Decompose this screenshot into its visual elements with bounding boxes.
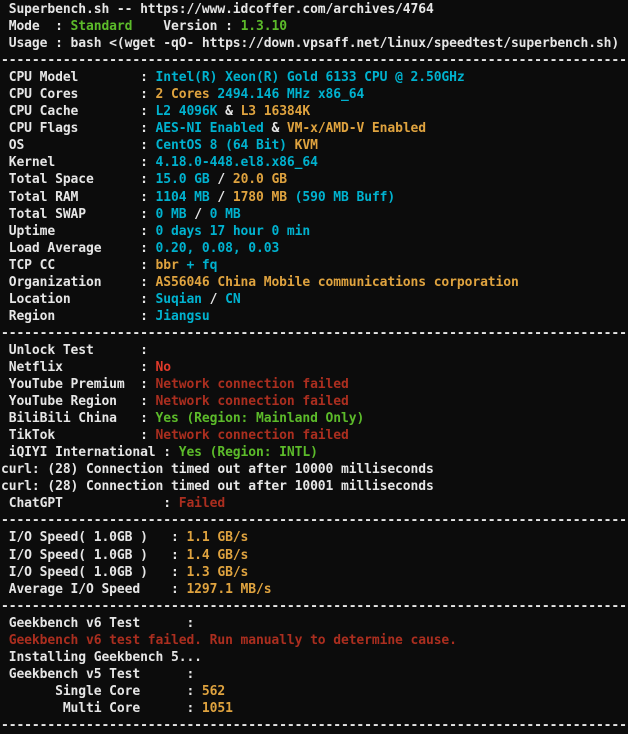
separator-5: ----------------------------------------… [1,717,628,734]
geekbench-v6-test: Geekbench v6 Test : [1,615,628,632]
terminal-window: { "colors": { "bg": "#0c0c0c", "fg": "#e… [0,0,628,734]
separator-3: ----------------------------------------… [1,512,628,529]
unlock-test: Unlock Test : [1,342,628,359]
geekbench-v5-test: Geekbench v5 Test : [1,666,628,683]
io-speed-3: I/O Speed( 1.0GB ) : 1.3 GB/s [1,564,628,581]
separator-2: ----------------------------------------… [1,325,628,342]
iqiyi-international: iQIYI International : Yes (Region: INTL) [1,444,628,461]
cpu-model: CPU Model : Intel(R) Xeon(R) Gold 6133 C… [1,69,628,86]
organization: Organization : AS56046 China Mobile comm… [1,274,628,291]
header-usage: Usage : bash <(wget -qO- https://down.vp… [1,35,628,52]
location: Location : Suqian / CN [1,291,628,308]
cpu-cores: CPU Cores : 2 Cores 2494.146 MHz x86_64 [1,86,628,103]
tcp-cc: TCP CC : bbr + fq [1,257,628,274]
single-core: Single Core : 562 [1,683,628,700]
total-swap: Total SWAP : 0 MB / 0 MB [1,206,628,223]
tiktok: TikTok : Network connection failed [1,427,628,444]
header-title: Superbench.sh -- https://www.idcoffer.co… [1,1,628,18]
total-space: Total Space : 15.0 GB / 20.0 GB [1,171,628,188]
youtube-region: YouTube Region : Network connection fail… [1,393,628,410]
cpu-flags: CPU Flags : AES-NI Enabled & VM-x/AMD-V … [1,120,628,137]
curl-error-1: curl: (28) Connection timed out after 10… [1,461,628,478]
bilibili-china: BiliBili China : Yes (Region: Mainland O… [1,410,628,427]
netflix: Netflix : No [1,359,628,376]
curl-error-2: curl: (28) Connection timed out after 10… [1,478,628,495]
avg-io-speed: Average I/O Speed : 1297.1 MB/s [1,581,628,598]
separator-4: ----------------------------------------… [1,598,628,615]
installing-geekbench5: Installing Geekbench 5... [1,649,628,666]
region: Region : Jiangsu [1,308,628,325]
uptime: Uptime : 0 days 17 hour 0 min [1,223,628,240]
kernel: Kernel : 4.18.0-448.el8.x86_64 [1,154,628,171]
chatgpt: ChatGPT : Failed [1,495,628,512]
youtube-premium: YouTube Premium : Network connection fai… [1,376,628,393]
io-speed-1: I/O Speed( 1.0GB ) : 1.1 GB/s [1,529,628,546]
total-ram: Total RAM : 1104 MB / 1780 MB (590 MB Bu… [1,189,628,206]
cpu-cache: CPU Cache : L2 4096K & L3 16384K [1,103,628,120]
terminal-output: Superbench.sh -- https://www.idcoffer.co… [0,0,628,734]
io-speed-2: I/O Speed( 1.0GB ) : 1.4 GB/s [1,547,628,564]
separator-1: ----------------------------------------… [1,52,628,69]
geekbench-v6-failed: Geekbench v6 test failed. Run manually t… [1,632,628,649]
terminal[interactable]: Superbench.sh -- https://www.idcoffer.co… [0,0,628,734]
load-average: Load Average : 0.20, 0.08, 0.03 [1,240,628,257]
header-mode-version: Mode : Standard Version : 1.3.10 [1,18,628,35]
multi-core: Multi Core : 1051 [1,700,628,717]
os: OS : CentOS 8 (64 Bit) KVM [1,137,628,154]
